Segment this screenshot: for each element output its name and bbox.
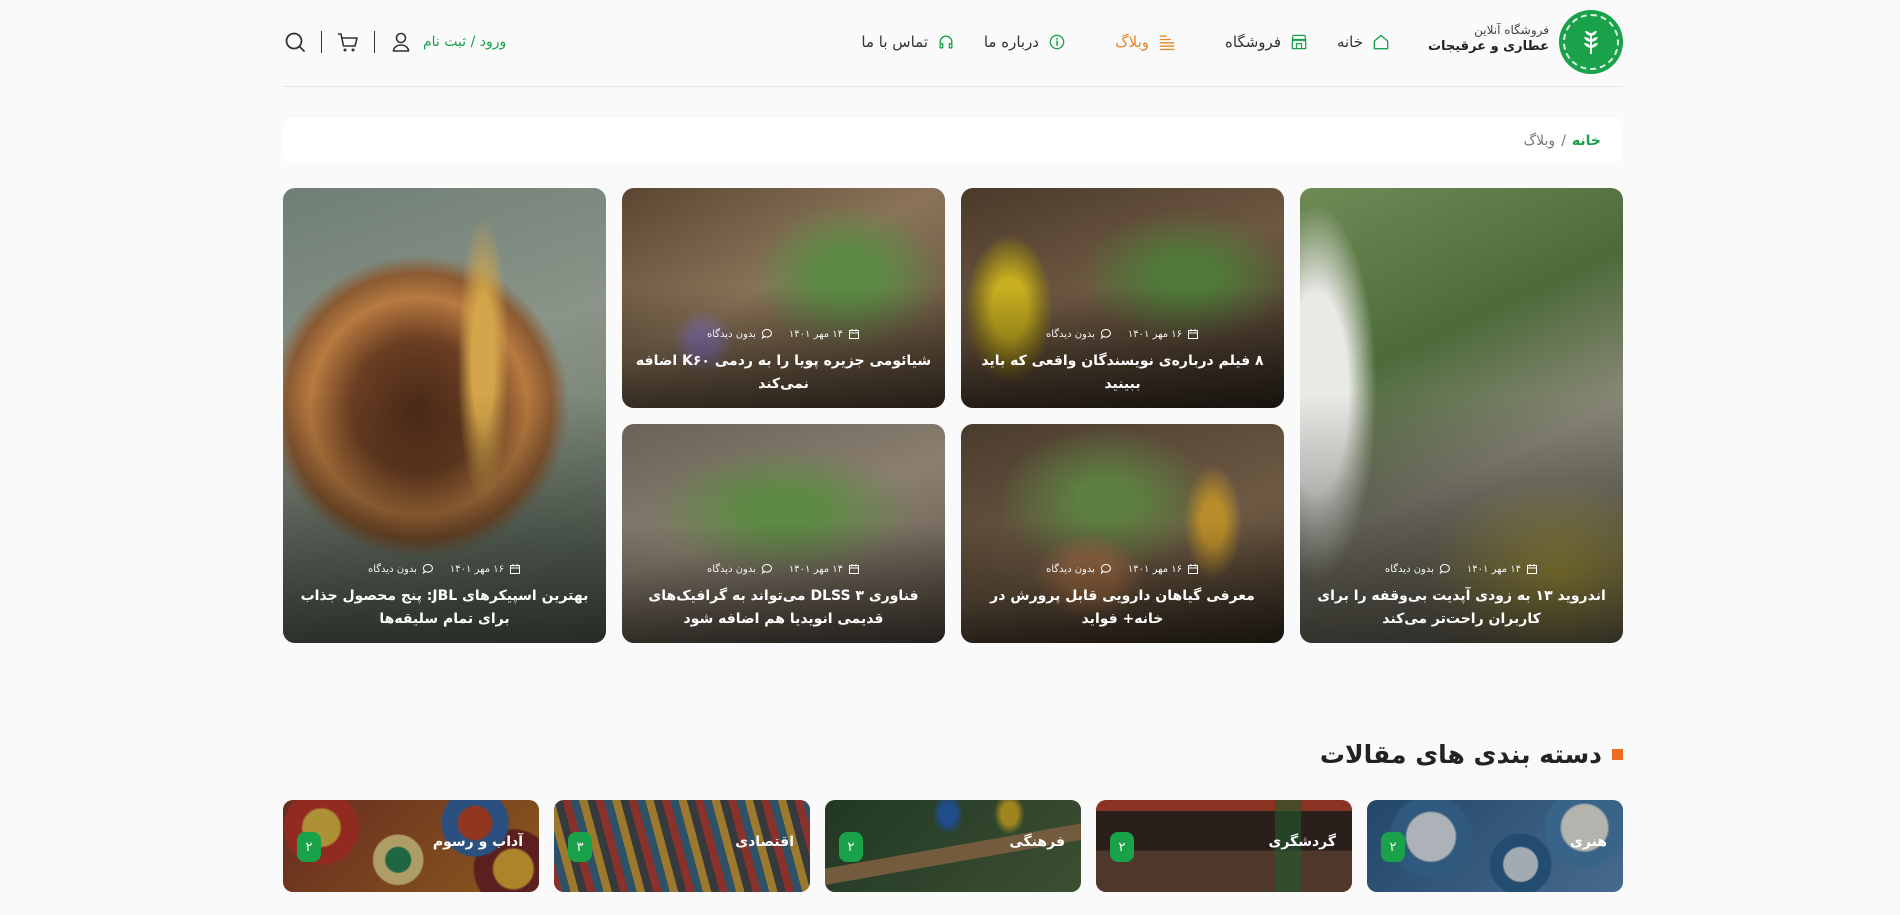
post-comments: بدون دیدگاه (1046, 563, 1112, 575)
category-card[interactable]: گردشگری ۲ (1096, 800, 1352, 892)
post-date-text: ۱۴ مهر ۱۴۰۱ (788, 563, 843, 575)
calendar-icon (849, 564, 859, 574)
post-comments-text: بدون دیدگاه (707, 563, 756, 575)
post-title[interactable]: شیائومی جزیره پویا را به ردمی K۶۰ اضافه … (632, 350, 935, 396)
post-date-text: ۱۴ مهر ۱۴۰۱ (1466, 563, 1521, 575)
post-comments-text: بدون دیدگاه (1046, 328, 1095, 340)
post-date: ۱۶ مهر ۱۴۰۱ (1128, 563, 1199, 575)
calendar-icon (510, 564, 520, 574)
post-date: ۱۶ مهر ۱۴۰۱ (450, 563, 521, 575)
post-comments-text: بدون دیدگاه (1385, 563, 1434, 575)
comment-icon (1439, 563, 1450, 575)
site-logo[interactable] (1559, 10, 1623, 74)
category-name: هنری (1570, 834, 1607, 850)
post-comments: بدون دیدگاه (707, 563, 773, 575)
nav-shop-label: فروشگاه (1225, 33, 1281, 51)
calendar-icon (1188, 564, 1198, 574)
category-name: اقتصادی (735, 834, 794, 850)
category-count-badge: ۲ (1381, 832, 1405, 862)
breadcrumb-current: وبلاگ (1523, 132, 1556, 149)
post-comments-text: بدون دیدگاه (1046, 563, 1095, 575)
headphones-icon (939, 35, 953, 49)
blog-list-icon (1159, 35, 1175, 51)
category-count-badge: ۲ (1110, 832, 1134, 862)
category-card[interactable]: هنری ۲ (1367, 800, 1623, 892)
comment-icon (761, 563, 772, 575)
categories-title: دسته بندی های مقالات (1319, 740, 1602, 769)
post-comments: بدون دیدگاه (1385, 563, 1451, 575)
brand-title: عطاری و عرقیجات (1427, 39, 1549, 54)
nav-blog-label: وبلاگ (1115, 33, 1149, 51)
post-title[interactable]: بهترین اسپیکرهای JBL: پنج محصول جذاب برا… (293, 585, 596, 631)
blog-card[interactable]: ۱۴ مهر ۱۴۰۱ بدون دیدگاه شیائومی جزیره پو… (622, 188, 945, 408)
login-register-link[interactable]: ورود / ثبت نام (389, 30, 506, 54)
info-icon (1049, 34, 1065, 50)
post-date-text: ۱۶ مهر ۱۴۰۱ (1127, 328, 1182, 340)
blog-card[interactable]: ۱۶ مهر ۱۴۰۱ بدون دیدگاه معرفی گیاهان دار… (961, 424, 1284, 643)
post-date-text: ۱۶ مهر ۱۴۰۱ (449, 563, 504, 575)
post-comments-text: بدون دیدگاه (368, 563, 417, 575)
category-name: آداب و رسوم (432, 834, 523, 850)
post-date: ۱۶ مهر ۱۴۰۱ (1128, 328, 1199, 340)
comment-icon (1100, 328, 1111, 340)
nav-home-label: خانه (1336, 33, 1363, 51)
blog-card[interactable]: ۱۴ مهر ۱۴۰۱ بدون دیدگاه اندروید ۱۳ به زو… (1300, 188, 1623, 643)
brand-tagline: فروشگاه آنلاین (1474, 23, 1549, 37)
category-card[interactable]: آداب و رسوم ۲ (283, 800, 539, 892)
post-date: ۱۴ مهر ۱۴۰۱ (789, 563, 860, 575)
calendar-icon (1188, 329, 1198, 339)
post-title[interactable]: فناوری DLSS ۳ می‌تواند به گرافیک‌های قدی… (632, 585, 935, 631)
breadcrumb: خانه / وبلاگ (283, 118, 1623, 163)
post-date-text: ۱۴ مهر ۱۴۰۱ (788, 328, 843, 340)
post-comments: بدون دیدگاه (1046, 328, 1112, 340)
nav-home[interactable]: خانه (1337, 29, 1391, 55)
category-name: فرهنگی (1009, 834, 1065, 850)
category-card[interactable]: فرهنگی ۲ (825, 800, 1081, 892)
store-icon (1291, 34, 1307, 50)
user-icon (392, 32, 410, 52)
wheat-icon (1584, 31, 1598, 54)
blog-card[interactable]: ۱۴ مهر ۱۴۰۱ بدون دیدگاه فناوری DLSS ۳ می… (622, 424, 945, 643)
calendar-icon (1527, 564, 1537, 574)
category-count-badge: ۳ (568, 832, 592, 862)
category-card[interactable]: اقتصادی ۳ (554, 800, 810, 892)
home-icon (1373, 34, 1389, 50)
search-icon[interactable] (283, 30, 307, 54)
nav-about[interactable]: درباره ما (984, 29, 1067, 55)
comment-icon (1100, 563, 1111, 575)
post-title[interactable]: ۸ فیلم درباره‌ی نویسندگان واقعی که باید … (971, 350, 1274, 396)
breadcrumb-home[interactable]: خانه (1572, 133, 1601, 149)
post-comments: بدون دیدگاه (707, 328, 773, 340)
nav-about-label: درباره ما (983, 33, 1039, 51)
comment-icon (761, 328, 772, 340)
calendar-icon (849, 329, 859, 339)
heading-accent (1612, 749, 1623, 760)
nav-shop[interactable]: فروشگاه (1225, 29, 1309, 55)
blog-card[interactable]: ۱۶ مهر ۱۴۰۱ بدون دیدگاه ۸ فیلم درباره‌ی … (961, 188, 1284, 408)
post-comments-text: بدون دیدگاه (707, 328, 756, 340)
divider (374, 31, 375, 53)
nav-contact-label: تماس با ما (861, 33, 928, 51)
login-label: ورود / ثبت نام (423, 34, 507, 50)
divider (321, 31, 322, 53)
post-date: ۱۴ مهر ۱۴۰۱ (1467, 563, 1538, 575)
category-count-badge: ۲ (297, 832, 321, 862)
categories-heading: دسته بندی های مقالات (1320, 740, 1623, 769)
post-date-text: ۱۶ مهر ۱۴۰۱ (1127, 563, 1182, 575)
brand-name[interactable]: فروشگاه آنلاین عطاری و عرقیجات (1428, 22, 1549, 56)
post-title[interactable]: اندروید ۱۳ به زودی آپدیت بی‌وقفه را برای… (1310, 585, 1613, 631)
category-name: گردشگری (1268, 834, 1336, 850)
blog-card[interactable]: ۱۶ مهر ۱۴۰۱ بدون دیدگاه بهترین اسپیکرهای… (283, 188, 606, 643)
cart-icon[interactable] (336, 30, 360, 54)
site-header: فروشگاه آنلاین عطاری و عرقیجات خانه فروش… (283, 0, 1623, 87)
post-date: ۱۴ مهر ۱۴۰۱ (789, 328, 860, 340)
breadcrumb-separator: / (1561, 132, 1566, 149)
post-comments: بدون دیدگاه (368, 563, 434, 575)
post-title[interactable]: معرفی گیاهان دارویی قابل پرورش در خانه+ … (971, 585, 1274, 631)
comment-icon (422, 563, 433, 575)
header-tools: ورود / ثبت نام (283, 28, 506, 56)
nav-contact[interactable]: تماس با ما (861, 29, 956, 55)
category-count-badge: ۲ (839, 832, 863, 862)
nav-blog[interactable]: وبلاگ (1115, 29, 1177, 55)
